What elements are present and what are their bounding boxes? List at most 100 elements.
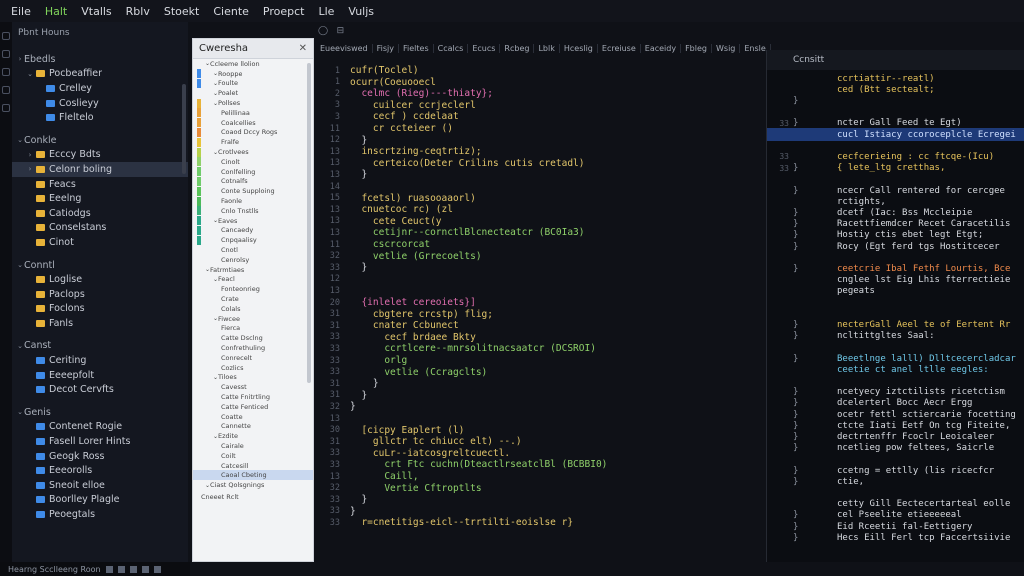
tree-row[interactable]: Eeeorolls — [12, 463, 188, 478]
outline-item[interactable]: Catte Dsclng — [193, 333, 313, 343]
tree-row[interactable]: Eeelng — [12, 191, 188, 206]
tree-row[interactable]: Ceriting — [12, 353, 188, 368]
windows-icon[interactable] — [105, 565, 113, 573]
close-icon[interactable]: ✕ — [299, 43, 307, 54]
outline-item[interactable]: ⌄ Feacl — [193, 275, 313, 285]
outline-item[interactable]: Coilt — [193, 451, 313, 461]
outline-item[interactable]: Faonle — [193, 196, 313, 206]
tree-row[interactable]: Coslieyy — [12, 96, 188, 111]
outline-item[interactable]: Cozlics — [193, 363, 313, 373]
search-icon[interactable] — [117, 565, 125, 573]
tree-row[interactable]: Peoegtals — [12, 507, 188, 522]
outline-item[interactable]: Coaod Dccy Rogs — [193, 127, 313, 138]
menu-item[interactable]: Proepct — [256, 5, 312, 18]
outline-item[interactable]: ⌄ Tiloes — [193, 373, 313, 383]
outline-item[interactable]: Fierca — [193, 324, 313, 334]
browser-icon[interactable] — [153, 565, 161, 573]
tree-row[interactable]: Decot Cervfts — [12, 382, 188, 397]
editor-tab[interactable]: Ccalcs — [434, 43, 469, 53]
circle-icon[interactable]: ◯ — [318, 26, 328, 36]
tree-row[interactable]: Catiodgs — [12, 206, 188, 221]
outline-item[interactable]: Cannette — [193, 421, 313, 431]
tree-row[interactable]: ⌄ Pocbeaffier — [12, 67, 188, 82]
outline-item[interactable]: Coatte — [193, 412, 313, 422]
tree-row[interactable]: Boorlley Plagle — [12, 493, 188, 508]
tree-row[interactable]: Foclons — [12, 302, 188, 317]
outline-item[interactable]: Cnpqaalisy — [193, 235, 313, 245]
tree-row[interactable]: Sneoit elloe — [12, 478, 188, 493]
outline-item[interactable]: Catcesill — [193, 461, 313, 471]
outline-item[interactable]: Catte Fnitrtling — [193, 392, 313, 402]
sidebar-scrollbar[interactable] — [182, 84, 186, 174]
taskview-icon[interactable] — [129, 565, 137, 573]
extensions-icon[interactable] — [2, 104, 10, 112]
tree-row[interactable]: Eeeepfolt — [12, 368, 188, 383]
outline-item[interactable]: ⌄ Pollses — [193, 98, 313, 108]
outline-item[interactable]: Catte Fenticed — [193, 402, 313, 412]
editor-tab[interactable]: Wsig — [712, 43, 741, 53]
menu-item[interactable]: Vtalls — [74, 5, 118, 18]
tree-row[interactable]: Geogk Ross — [12, 449, 188, 464]
tree-row[interactable]: › Celonr boling — [12, 162, 188, 177]
tree-row[interactable]: ⌄ Canst — [12, 339, 188, 354]
outline-item[interactable]: Colals — [193, 304, 313, 314]
debug-icon[interactable] — [2, 86, 10, 94]
files-icon[interactable] — [2, 32, 10, 40]
outline-item[interactable]: Cancaedy — [193, 225, 313, 236]
tree-row[interactable]: ⌄ Conkle — [12, 133, 188, 148]
menu-item[interactable]: Eile — [4, 5, 38, 18]
editor-tab[interactable]: Rcbeg — [500, 43, 535, 53]
outline-item[interactable]: Fralfe — [193, 137, 313, 147]
outline-item[interactable]: Conlfelling — [193, 167, 313, 177]
tree-row[interactable]: Contenet Rogie — [12, 420, 188, 435]
search-icon[interactable] — [2, 50, 10, 58]
outline-item[interactable]: ⌄ Ciast Qolsgnings — [193, 480, 313, 490]
tree-row[interactable]: Fasell Lorer Hints — [12, 434, 188, 449]
outline-item[interactable]: ⌄ Ccleeme llolion — [193, 59, 313, 69]
outline-item[interactable]: ⌄ Rooppe — [193, 69, 313, 79]
outline-item[interactable]: Cnlo Tnstlls — [193, 206, 313, 216]
editor-tab[interactable]: Hceslig — [560, 43, 598, 53]
outline-item[interactable]: ⌄ Fiwcee — [193, 314, 313, 324]
outline-item[interactable]: Fonteonrieg — [193, 284, 313, 294]
editor-tab[interactable]: Fbleg — [681, 43, 712, 53]
tree-row[interactable]: ⌄ Conntl — [12, 258, 188, 273]
tree-row[interactable]: Fanls — [12, 316, 188, 331]
tree-row[interactable]: Fleltelo — [12, 110, 188, 125]
code-editor[interactable]: 1 cufr(Toclel) 1 ocurr(Coeuooecl 2 celmc (Ri… — [316, 58, 762, 562]
editor-tab[interactable]: Ecreiuse — [598, 43, 641, 53]
tree-row[interactable]: Feacs — [12, 177, 188, 192]
split-icon[interactable]: ⊟ — [337, 26, 345, 36]
editor-tab[interactable]: Eaceidy — [641, 43, 682, 53]
tree-row[interactable]: Conselstans — [12, 221, 188, 236]
outline-scrollbar[interactable] — [307, 63, 311, 383]
tree-row[interactable]: Cinot — [12, 235, 188, 250]
outline-item[interactable]: ⌄ Poalet — [193, 88, 313, 98]
editor-tab[interactable]: Ecucs — [468, 43, 501, 53]
outline-item[interactable]: Conte Supploing — [193, 186, 313, 196]
outline-item[interactable]: ⌄ Crotlvees — [193, 147, 313, 157]
editor-tab[interactable]: Eueeviswed — [316, 43, 373, 53]
outline-item[interactable]: Cavesst — [193, 382, 313, 392]
editor-tab[interactable]: Fisjy — [373, 43, 400, 53]
outline-item[interactable]: Pelillinaa — [193, 108, 313, 118]
outline-item[interactable]: Coalcellies — [193, 118, 313, 128]
tree-row[interactable]: Loglise — [12, 272, 188, 287]
menu-item[interactable]: Halt — [38, 5, 74, 18]
outline-item[interactable]: Cinolt — [193, 157, 313, 167]
outline-item[interactable]: Confrethuling — [193, 343, 313, 353]
menu-item[interactable]: Lle — [311, 5, 341, 18]
outline-item[interactable]: ⌄ Ezdite — [193, 431, 313, 441]
outline-item[interactable]: Cnotl — [193, 245, 313, 255]
tree-row[interactable]: › Ecccy Bdts — [12, 148, 188, 163]
menu-item[interactable]: Ciente — [206, 5, 256, 18]
menu-item[interactable]: Vuljs — [341, 5, 381, 18]
editor-tab[interactable]: Fieltes — [399, 43, 434, 53]
menu-item[interactable]: Rblv — [119, 5, 157, 18]
outline-item[interactable]: Cairale — [193, 441, 313, 451]
outline-item[interactable]: ⌄ Foulte — [193, 78, 313, 89]
tree-row[interactable]: Paclops — [12, 287, 188, 302]
outline-footer[interactable]: Cneeet Rclt — [193, 492, 313, 502]
outline-item[interactable]: ⌄ Eaves — [193, 216, 313, 226]
menu-item[interactable]: Stoekt — [157, 5, 206, 18]
